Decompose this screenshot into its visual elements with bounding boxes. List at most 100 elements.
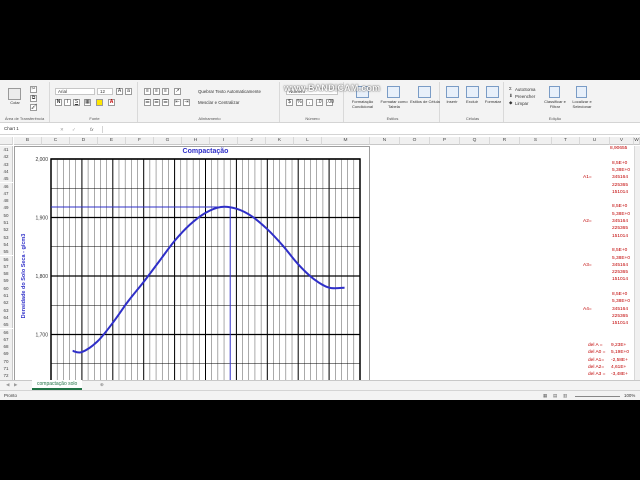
- decrease-decimal-icon[interactable]: .00: [326, 99, 334, 106]
- font-size-select[interactable]: 12: [97, 88, 113, 95]
- decrease-font-icon[interactable]: a: [125, 88, 132, 95]
- column-header-h[interactable]: H: [182, 137, 210, 145]
- format-cells-icon[interactable]: [486, 86, 499, 98]
- format-label[interactable]: Formatar: [482, 99, 504, 105]
- column-header-q[interactable]: Q: [460, 137, 490, 145]
- column-header-n[interactable]: N: [370, 137, 400, 145]
- row-header-50[interactable]: 50: [0, 211, 13, 219]
- underline-button[interactable]: S: [73, 99, 80, 106]
- row-header-51[interactable]: 51: [0, 219, 13, 227]
- align-bottom-icon[interactable]: ≡: [162, 88, 169, 95]
- column-header-r[interactable]: R: [490, 137, 520, 145]
- insert-label[interactable]: Inserir: [442, 99, 462, 105]
- page-layout-icon[interactable]: ▤: [553, 393, 557, 399]
- enter-icon[interactable]: ✓: [72, 127, 76, 133]
- fill-button[interactable]: Preencher: [515, 94, 535, 99]
- name-box[interactable]: Chart 1: [2, 126, 42, 133]
- row-header-43[interactable]: 43: [0, 160, 13, 168]
- row-header-61[interactable]: 61: [0, 292, 13, 300]
- fx-icon[interactable]: fx: [90, 127, 93, 132]
- cancel-icon[interactable]: ✕: [60, 127, 64, 133]
- delete-label[interactable]: Excluir: [462, 99, 482, 105]
- page-break-icon[interactable]: ▥: [563, 393, 567, 399]
- row-header-70[interactable]: 70: [0, 357, 13, 365]
- row-header-62[interactable]: 62: [0, 299, 13, 307]
- row-header-63[interactable]: 63: [0, 306, 13, 314]
- eraser-icon[interactable]: ◆: [509, 100, 512, 106]
- sort-filter-icon[interactable]: [549, 86, 560, 98]
- normal-view-icon[interactable]: ▦: [543, 393, 547, 399]
- paste-label[interactable]: Colar: [5, 100, 25, 106]
- align-top-icon[interactable]: ≡: [144, 88, 151, 95]
- merge-center-button[interactable]: Mesclar e Centralizar: [198, 100, 239, 105]
- new-sheet-icon[interactable]: ⊕: [100, 382, 104, 388]
- row-header-59[interactable]: 59: [0, 277, 13, 285]
- increase-indent-icon[interactable]: ⇥: [183, 99, 190, 106]
- italic-button[interactable]: I: [64, 99, 71, 106]
- find-select-label[interactable]: Localizar e Selecionar: [568, 99, 596, 109]
- paste-icon[interactable]: [8, 88, 21, 100]
- row-header-68[interactable]: 68: [0, 343, 13, 351]
- align-middle-icon[interactable]: ≡: [153, 88, 160, 95]
- column-header-j[interactable]: J: [238, 137, 266, 145]
- cut-icon[interactable]: ✂: [30, 86, 37, 93]
- next-sheet-icon[interactable]: ▶: [14, 382, 17, 388]
- column-header-v[interactable]: V: [610, 137, 634, 145]
- format-table-label[interactable]: Formatar como Tabela: [379, 99, 409, 109]
- row-header-58[interactable]: 58: [0, 270, 13, 278]
- fill-color-icon[interactable]: [96, 99, 103, 106]
- column-header-s[interactable]: S: [520, 137, 552, 145]
- sigma-icon[interactable]: Σ: [509, 86, 512, 91]
- align-center-icon[interactable]: ☰: [153, 99, 160, 106]
- column-header-k[interactable]: K: [266, 137, 294, 145]
- row-header-66[interactable]: 66: [0, 328, 13, 336]
- column-header-e[interactable]: E: [98, 137, 126, 145]
- increase-decimal-icon[interactable]: .0: [316, 99, 323, 106]
- format-table-icon[interactable]: [387, 86, 400, 98]
- bold-button[interactable]: N: [55, 99, 62, 106]
- align-right-icon[interactable]: ☰: [162, 99, 169, 106]
- row-header-65[interactable]: 65: [0, 321, 13, 329]
- conditional-formatting-label[interactable]: Formatação Condicional: [347, 99, 378, 109]
- borders-icon[interactable]: ▦: [84, 99, 91, 106]
- row-header-44[interactable]: 44: [0, 167, 13, 176]
- column-header-w[interactable]: W: [634, 137, 640, 145]
- comma-style-icon[interactable]: ,: [306, 99, 313, 106]
- sort-filter-label[interactable]: Classificar e Filtrar: [544, 99, 566, 109]
- row-header-45[interactable]: 45: [0, 175, 13, 183]
- row-header-71[interactable]: 71: [0, 365, 13, 373]
- column-header-t[interactable]: T: [552, 137, 580, 145]
- row-header-48[interactable]: 48: [0, 197, 13, 205]
- row-header-49[interactable]: 49: [0, 204, 13, 212]
- column-header-d[interactable]: D: [70, 137, 98, 145]
- row-header-72[interactable]: 72: [0, 372, 13, 380]
- column-header-l[interactable]: L: [294, 137, 322, 145]
- row-header-41[interactable]: 41: [0, 146, 13, 154]
- prev-sheet-icon[interactable]: ◀: [6, 382, 9, 388]
- clear-button[interactable]: Limpar: [515, 101, 528, 106]
- zoom-level[interactable]: 100%: [624, 393, 635, 398]
- row-header-57[interactable]: 57: [0, 262, 13, 271]
- column-header-c[interactable]: C: [42, 137, 70, 145]
- row-header-60[interactable]: 60: [0, 284, 13, 292]
- zoom-slider[interactable]: [575, 396, 620, 397]
- column-header-u[interactable]: U: [580, 137, 610, 145]
- column-header-g[interactable]: G: [154, 137, 182, 145]
- fill-down-icon[interactable]: ⬇: [509, 93, 513, 99]
- cell-styles-label[interactable]: Estilos de Célula: [410, 99, 440, 105]
- formula-input[interactable]: [102, 126, 638, 133]
- select-all-corner[interactable]: [0, 137, 13, 145]
- row-header-46[interactable]: 46: [0, 182, 13, 190]
- align-left-icon[interactable]: ☰: [144, 99, 151, 106]
- orientation-icon[interactable]: ↗: [174, 88, 181, 95]
- row-header-47[interactable]: 47: [0, 189, 13, 198]
- increase-font-icon[interactable]: A: [116, 88, 123, 95]
- column-header-f[interactable]: F: [126, 137, 154, 145]
- vertical-scrollbar[interactable]: [634, 146, 640, 380]
- row-header-52[interactable]: 52: [0, 226, 13, 234]
- font-name-select[interactable]: Arial: [55, 88, 95, 95]
- currency-icon[interactable]: $: [286, 99, 293, 106]
- row-header-67[interactable]: 67: [0, 335, 13, 344]
- autosum-button[interactable]: AutoSoma: [515, 87, 536, 92]
- cell-styles-icon[interactable]: [418, 86, 431, 98]
